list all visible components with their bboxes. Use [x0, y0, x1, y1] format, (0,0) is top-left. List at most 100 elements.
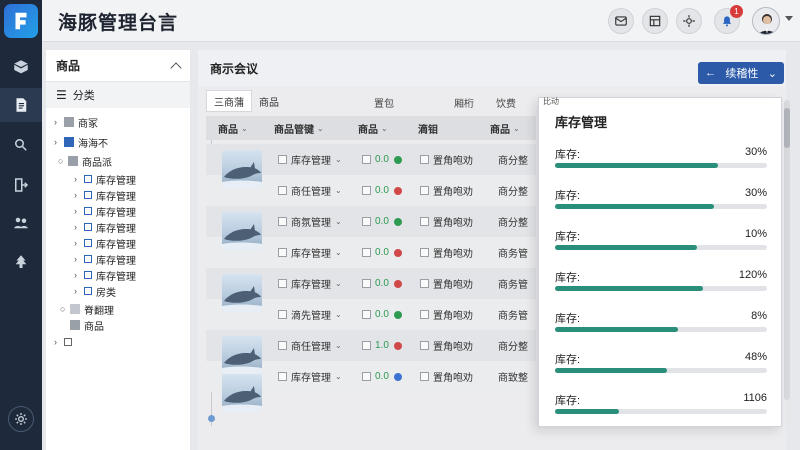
progress-fill: [555, 286, 704, 291]
primary-action-button[interactable]: ← 续稽性 ⌄: [698, 62, 784, 84]
product-thumbnail[interactable]: [222, 336, 262, 374]
export-icon[interactable]: [11, 175, 31, 195]
chevron-down-icon[interactable]: ⌄: [335, 186, 342, 195]
row-checkbox[interactable]: [420, 372, 429, 381]
tree-node[interactable]: › 房类: [74, 283, 116, 299]
product-thumbnail[interactable]: [222, 212, 262, 250]
chevron-down-icon[interactable]: ⌄: [335, 341, 342, 350]
app-title: 海豚管理台言: [58, 13, 179, 34]
tree-node[interactable]: › 库存管理: [74, 203, 136, 219]
chevron-down-icon[interactable]: ⌄: [335, 279, 342, 288]
status-dot: [393, 372, 402, 381]
avatar[interactable]: [752, 7, 780, 35]
column-header[interactable]: 商品 ⌄: [206, 121, 270, 136]
mail-icon[interactable]: [608, 8, 634, 34]
row-checkbox[interactable]: [362, 186, 371, 195]
column-header[interactable]: 商品 ⌄: [486, 121, 536, 136]
row-checkbox[interactable]: [362, 155, 371, 164]
search-user-icon[interactable]: [11, 135, 31, 155]
category-panel-title: 商品: [56, 59, 81, 73]
inventory-title: 库存管理: [555, 115, 608, 130]
settings-icon[interactable]: [676, 8, 702, 34]
tree-icon[interactable]: [11, 252, 31, 272]
product-thumbnail[interactable]: [222, 274, 262, 312]
tree-node[interactable]: ○ 商品派: [58, 153, 112, 169]
row-checkbox[interactable]: [420, 279, 429, 288]
monitor-icon: [64, 338, 72, 346]
progress-fill: [555, 327, 678, 332]
tree-node[interactable]: › 库存管理: [74, 235, 136, 251]
chevron-up-icon[interactable]: [170, 61, 182, 74]
tree-node[interactable]: › 库存管理: [74, 251, 136, 267]
tree-node[interactable]: 商品: [70, 317, 104, 333]
checkbox-icon: [84, 255, 92, 263]
row-checkbox[interactable]: [278, 248, 287, 257]
status-dot: [393, 155, 402, 164]
progress-fill: [555, 245, 698, 250]
row-checkbox[interactable]: [278, 186, 287, 195]
inventory-label: 库存:: [555, 313, 581, 325]
row-checkbox[interactable]: [362, 372, 371, 381]
chevron-down-icon[interactable]: ⌄: [335, 155, 342, 164]
tree-node[interactable]: › 库存管理: [74, 219, 136, 235]
tree-node[interactable]: ›: [54, 334, 76, 350]
product-thumbnail[interactable]: [222, 374, 262, 412]
row-checkbox[interactable]: [420, 186, 429, 195]
inventory-value: 48%: [744, 351, 767, 363]
row-checkbox[interactable]: [278, 217, 287, 226]
product-thumbnail[interactable]: [222, 150, 262, 188]
chevron-down-icon[interactable]: ⌄: [335, 372, 342, 381]
notification-icon[interactable]: 1: [714, 5, 743, 34]
tree-node[interactable]: › 库存管理: [74, 187, 136, 203]
column-label[interactable]: 厢桁: [454, 95, 474, 110]
tree-node[interactable]: › 海海不: [54, 134, 108, 150]
scrollbar[interactable]: [784, 100, 790, 400]
inventory-panel: 比动 库存管理 库存: 30% 库存: 30% 库存: 10% 库存: 120% 库存: 8% 库存…: [538, 97, 782, 427]
document-icon[interactable]: [11, 95, 31, 115]
row-checkbox[interactable]: [278, 341, 287, 350]
row-checkbox[interactable]: [278, 279, 287, 288]
chevron-down-icon: ⌄: [317, 123, 324, 133]
chevron-down-icon: ⌄: [241, 123, 248, 133]
tree-node[interactable]: › 商冢: [54, 114, 98, 130]
box-icon[interactable]: [11, 57, 31, 77]
column-header[interactable]: 滴钼: [414, 121, 486, 136]
column-header[interactable]: 商品 ⌄: [354, 121, 414, 136]
row-checkbox[interactable]: [278, 310, 287, 319]
scrollbar-thumb[interactable]: [784, 108, 790, 148]
row-checkbox[interactable]: [420, 310, 429, 319]
category-subheader[interactable]: ☰ 分类: [46, 82, 190, 108]
top-header: 海豚管理台言 1: [42, 0, 800, 42]
tab-active[interactable]: 三商蒲: [206, 90, 252, 112]
row-checkbox[interactable]: [362, 217, 371, 226]
inventory-label: 库存:: [555, 149, 581, 161]
layout-icon[interactable]: [642, 8, 668, 34]
users-icon[interactable]: [11, 213, 31, 233]
row-checkbox[interactable]: [362, 248, 371, 257]
tree-node[interactable]: › 库存管理: [74, 267, 136, 283]
row-checkbox[interactable]: [278, 372, 287, 381]
logo-icon[interactable]: [4, 4, 38, 38]
chevron-down-icon[interactable]: [785, 16, 793, 21]
row-checkbox[interactable]: [420, 155, 429, 164]
chevron-down-icon[interactable]: ⌄: [335, 217, 342, 226]
chevron-down-icon[interactable]: ⌄: [335, 310, 342, 319]
column-label[interactable]: 置包: [374, 95, 394, 110]
row-checkbox[interactable]: [278, 155, 287, 164]
row-checkbox[interactable]: [420, 248, 429, 257]
progress-track: [555, 204, 767, 209]
row-checkbox[interactable]: [420, 341, 429, 350]
tab-products[interactable]: 商品: [252, 90, 286, 112]
tree-node[interactable]: ○ 脊翻理: [60, 301, 114, 317]
row-checkbox[interactable]: [362, 310, 371, 319]
row-checkbox[interactable]: [362, 341, 371, 350]
page-title: 商示会议: [210, 62, 259, 76]
column-header[interactable]: 商品管键 ⌄: [270, 121, 354, 136]
chevron-down-icon[interactable]: ⌄: [335, 248, 342, 257]
row-checkbox[interactable]: [362, 279, 371, 288]
progress-fill: [555, 368, 668, 373]
row-checkbox[interactable]: [420, 217, 429, 226]
column-label[interactable]: 饮费: [496, 95, 516, 110]
gear-icon[interactable]: [8, 406, 34, 432]
tree-node[interactable]: › 库存管理: [74, 171, 136, 187]
